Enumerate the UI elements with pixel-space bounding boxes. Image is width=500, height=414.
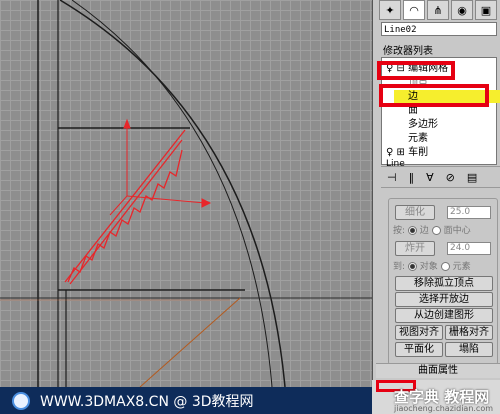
panel-tabs: ✦ ◠ ⋔ ◉ ▣ (379, 0, 497, 20)
inner-arc (71, 0, 273, 387)
make-planar-button[interactable]: 平面化 (395, 342, 443, 357)
stack-sub-polygon[interactable]: 多边形 (408, 118, 438, 131)
surface-properties-rollout-header[interactable]: 曲面属性 (376, 363, 500, 378)
view-align-button[interactable]: 视图对齐 (395, 325, 443, 340)
create-shape-from-edges-button[interactable]: 从边创建图形 (395, 308, 493, 323)
outer-arc (59, 0, 286, 387)
object-name-field[interactable]: Line02 (381, 22, 497, 36)
edit-geometry-rollout: 细化 25.0 按: 边 面中心 炸开 24.0 到: 对象 元素 移除孤立顶点… (388, 198, 498, 365)
make-unique-icon[interactable]: ∀ (426, 171, 434, 184)
watermark-bar: WWW.3DMAX8.CN @ 3D教程网 (0, 387, 372, 414)
create-tab-icon[interactable]: ✦ (379, 0, 401, 20)
explode-spinner[interactable]: 24.0 (447, 242, 491, 255)
explode-to-label: 到: 对象 元素 (393, 262, 471, 272)
radio-edge[interactable] (407, 226, 417, 235)
site-watermark: 查字典 教程网 jiaocheng.chazidian.com (372, 380, 500, 414)
viewport-canvas (0, 0, 372, 387)
radio-element[interactable] (440, 262, 450, 271)
motion-tab-icon[interactable]: ◉ (451, 0, 473, 20)
show-end-result-icon[interactable]: ‖ (409, 171, 415, 184)
radio-object[interactable] (407, 262, 417, 271)
remove-modifier-icon[interactable]: ⊘ (446, 171, 455, 184)
modifier-list-dropdown[interactable]: 修改器列表 (383, 42, 433, 57)
collapse-button[interactable]: 塌陷 (445, 342, 493, 357)
tessellate-by-label: 按: 边 面中心 (393, 226, 471, 236)
modify-tab-icon[interactable]: ◠ (403, 0, 425, 20)
radio-face-center[interactable] (431, 226, 441, 235)
perspective-viewport[interactable]: WWW.3DMAX8.CN @ 3D教程网 (0, 0, 372, 414)
configure-sets-icon[interactable]: ▤ (467, 171, 477, 184)
expand-plus-icon[interactable]: ⊞ (397, 147, 405, 158)
stack-toolbar: ⊣ ‖ ∀ ⊘ ▤ (381, 166, 500, 188)
site-mark-url: jiaocheng.chazidian.com (394, 404, 494, 413)
hierarchy-tab-icon[interactable]: ⋔ (427, 0, 449, 20)
pin-stack-icon[interactable]: ⊣ (387, 171, 397, 184)
stack-sub-element[interactable]: 元素 (408, 132, 428, 145)
select-open-edges-button[interactable]: 选择开放边 (395, 292, 493, 307)
selected-edge (64, 129, 186, 285)
remove-isolated-vertices-button[interactable]: 移除孤立顶点 (395, 276, 493, 291)
annotation-box-edit-mesh (377, 61, 455, 80)
annotation-box-edge (379, 84, 489, 107)
display-tab-icon[interactable]: ▣ (475, 0, 497, 20)
guide-line-1 (139, 297, 241, 387)
watermark-text: WWW.3DMAX8.CN @ 3D教程网 (40, 393, 254, 410)
lightbulb-icon[interactable]: ♀ (386, 147, 393, 158)
tessellate-spinner[interactable]: 25.0 (447, 206, 491, 219)
explode-button[interactable]: 炸开 (395, 241, 435, 256)
tessellate-button[interactable]: 细化 (395, 205, 435, 220)
site-logo-icon (12, 391, 30, 410)
grid-align-button[interactable]: 栅格对齐 (445, 325, 493, 340)
